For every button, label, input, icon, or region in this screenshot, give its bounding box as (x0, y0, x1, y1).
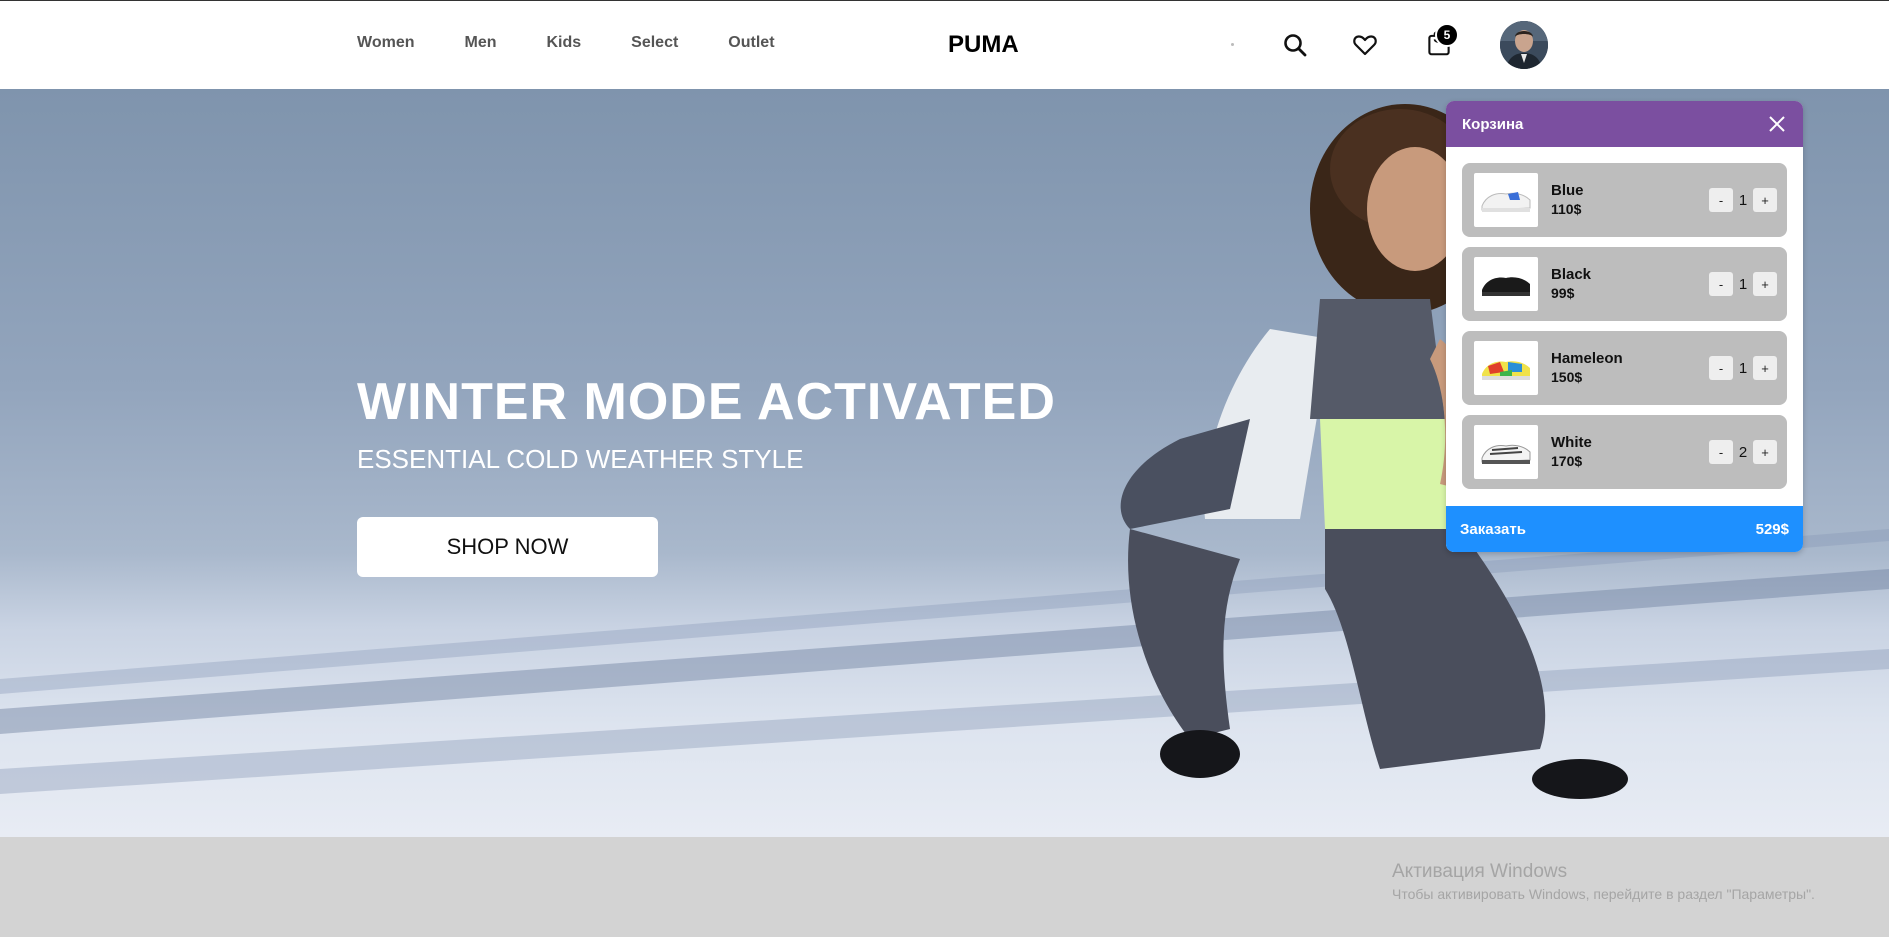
hero-subtitle: ESSENTIAL COLD WEATHER STYLE (357, 444, 804, 474)
cart-items: Blue 110$ - 1 + Black 99$ - 1 + Hameleon… (1446, 147, 1803, 489)
item-name: Black (1551, 266, 1592, 283)
nav-women[interactable]: Women (357, 34, 414, 52)
product-thumbnail (1474, 257, 1538, 311)
item-price: 170$ (1551, 453, 1583, 469)
order-button[interactable]: Заказать 529$ (1446, 506, 1803, 552)
brand-logo[interactable]: PUMA (948, 31, 1019, 59)
decrease-button[interactable]: - (1709, 272, 1733, 296)
cart-count-badge: 5 (1435, 23, 1459, 47)
quantity-value: 1 (1738, 191, 1748, 209)
quantity-stepper: - 1 + (1709, 272, 1777, 296)
increase-button[interactable]: + (1753, 188, 1777, 212)
user-avatar[interactable] (1500, 21, 1548, 69)
order-label: Заказать (1460, 520, 1526, 538)
item-name: White (1551, 434, 1592, 451)
item-info: Black 99$ (1551, 265, 1709, 303)
item-name: Blue (1551, 182, 1584, 199)
main-nav: Women Men Kids Select Outlet (357, 34, 825, 52)
decrease-button[interactable]: - (1709, 356, 1733, 380)
item-info: Hameleon 150$ (1551, 349, 1709, 387)
cart-item: White 170$ - 2 + (1462, 415, 1787, 489)
sneaker-icon (1481, 444, 1531, 464)
windows-activation-title: Активация Windows (1392, 861, 1568, 882)
item-price: 110$ (1551, 201, 1582, 217)
quantity-value: 2 (1738, 443, 1748, 461)
cart-item: Hameleon 150$ - 1 + (1462, 331, 1787, 405)
decrease-button[interactable]: - (1709, 440, 1733, 464)
item-name: Hameleon (1551, 350, 1623, 367)
cart-panel: Корзина Blue 110$ - 1 + Black 99$ - 1 + … (1446, 101, 1803, 552)
search-icon[interactable] (1281, 31, 1309, 59)
quantity-stepper: - 1 + (1709, 356, 1777, 380)
increase-button[interactable]: + (1753, 440, 1777, 464)
cart-item: Blue 110$ - 1 + (1462, 163, 1787, 237)
close-icon[interactable] (1767, 114, 1787, 134)
nav-men[interactable]: Men (464, 34, 496, 52)
shop-now-button[interactable]: SHOP NOW (357, 517, 658, 577)
product-thumbnail (1474, 425, 1538, 479)
site-header: Women Men Kids Select Outlet PUMA 5 (0, 0, 1889, 89)
nav-select[interactable]: Select (631, 34, 678, 52)
cart-item: Black 99$ - 1 + (1462, 247, 1787, 321)
heart-icon[interactable] (1351, 31, 1379, 59)
quantity-stepper: - 2 + (1709, 440, 1777, 464)
decrease-button[interactable]: - (1709, 188, 1733, 212)
item-info: Blue 110$ (1551, 181, 1709, 219)
product-thumbnail (1474, 341, 1538, 395)
windows-activation-text: Чтобы активировать Windows, перейдите в … (1392, 886, 1815, 902)
item-price: 99$ (1551, 285, 1575, 301)
hero-title: WINTER MODE ACTIVATED (357, 373, 1056, 431)
nav-outlet[interactable]: Outlet (728, 34, 774, 52)
separator-dot (1231, 43, 1234, 46)
quantity-value: 1 (1738, 275, 1748, 293)
increase-button[interactable]: + (1753, 356, 1777, 380)
quantity-stepper: - 1 + (1709, 188, 1777, 212)
product-thumbnail (1474, 173, 1538, 227)
sneaker-icon (1482, 277, 1530, 296)
cart-total: 529$ (1755, 520, 1789, 538)
item-info: White 170$ (1551, 433, 1709, 471)
cart-title: Корзина (1462, 115, 1524, 133)
sneaker-icon (1481, 192, 1531, 212)
increase-button[interactable]: + (1753, 272, 1777, 296)
quantity-value: 1 (1738, 359, 1748, 377)
avatar-image (1500, 21, 1548, 69)
nav-kids[interactable]: Kids (546, 34, 581, 52)
sneaker-icon (1482, 361, 1530, 380)
item-price: 150$ (1551, 369, 1583, 385)
cart-header: Корзина (1446, 101, 1803, 147)
